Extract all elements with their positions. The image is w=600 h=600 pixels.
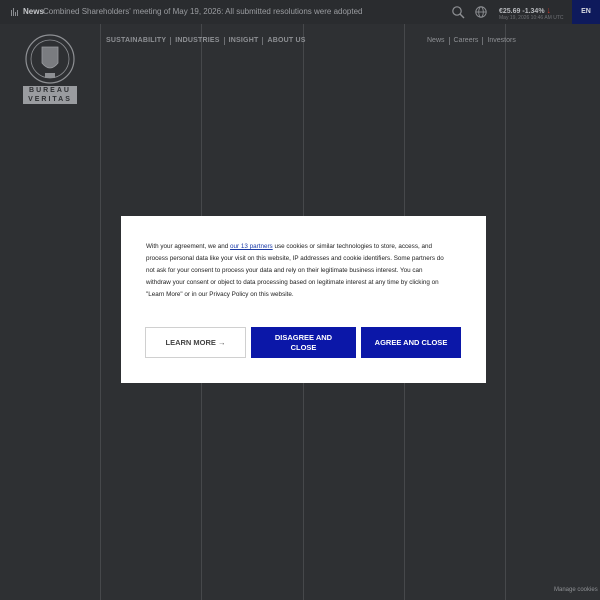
nav-item-industries[interactable]: INDUSTRIES	[170, 37, 223, 45]
agree-and-close-button[interactable]: AGREE AND CLOSE	[361, 327, 461, 358]
stock-change: -1.34%	[522, 8, 545, 15]
bureau-veritas-seal-logo[interactable]	[22, 33, 78, 85]
language-selector[interactable]: EN	[572, 0, 600, 24]
arrow-down-icon: ↓	[546, 5, 552, 15]
nav-item-sustainability[interactable]: SUSTAINABILITY	[106, 37, 170, 45]
learn-more-button[interactable]: LEARN MORE →	[145, 327, 246, 358]
cookie-consent-text: With your agreement, we and our 13 partn…	[146, 241, 446, 301]
subnav-item-careers[interactable]: Careers	[448, 37, 483, 45]
stock-quote[interactable]: €25.69 -1.34% ↓	[499, 5, 551, 15]
secondary-nav: News Careers Investors	[427, 37, 520, 45]
grid-divider	[100, 24, 101, 600]
nav-item-about-us[interactable]: ABOUT US	[262, 37, 309, 45]
subnav-item-news[interactable]: News	[427, 37, 449, 45]
manage-cookies-link[interactable]: Manage cookies	[554, 587, 598, 593]
bar-chart-icon	[11, 8, 19, 16]
top-bar: News Combined Shareholders' meeting of M…	[0, 0, 600, 24]
main-nav: SUSTAINABILITY INDUSTRIES INSIGHT ABOUT …	[106, 37, 310, 45]
stock-price: €25.69	[499, 8, 521, 15]
globe-icon[interactable]	[474, 5, 488, 19]
cookie-consent-modal: With your agreement, we and our 13 partn…	[121, 216, 486, 383]
disagree-and-close-button[interactable]: DISAGREE AND CLOSE	[251, 327, 356, 358]
news-ticker-text[interactable]: Combined Shareholders' meeting of May 19…	[43, 7, 363, 16]
news-label[interactable]: News	[23, 7, 44, 16]
grid-divider	[505, 24, 506, 600]
logo-name-line1: BUREAU	[23, 86, 77, 95]
partners-link[interactable]: our 13 partners	[230, 243, 273, 250]
logo-name-line2: VERITAS	[23, 95, 77, 104]
consent-text-start: With your agreement, we and	[146, 243, 230, 250]
search-icon[interactable]	[451, 5, 465, 19]
nav-item-insight[interactable]: INSIGHT	[223, 37, 263, 45]
stock-timestamp: May 19, 2026 10:46 AM UTC	[499, 15, 564, 21]
subnav-item-investors[interactable]: Investors	[482, 37, 519, 45]
consent-text-rest: use cookies or similar technologies to s…	[146, 243, 444, 298]
